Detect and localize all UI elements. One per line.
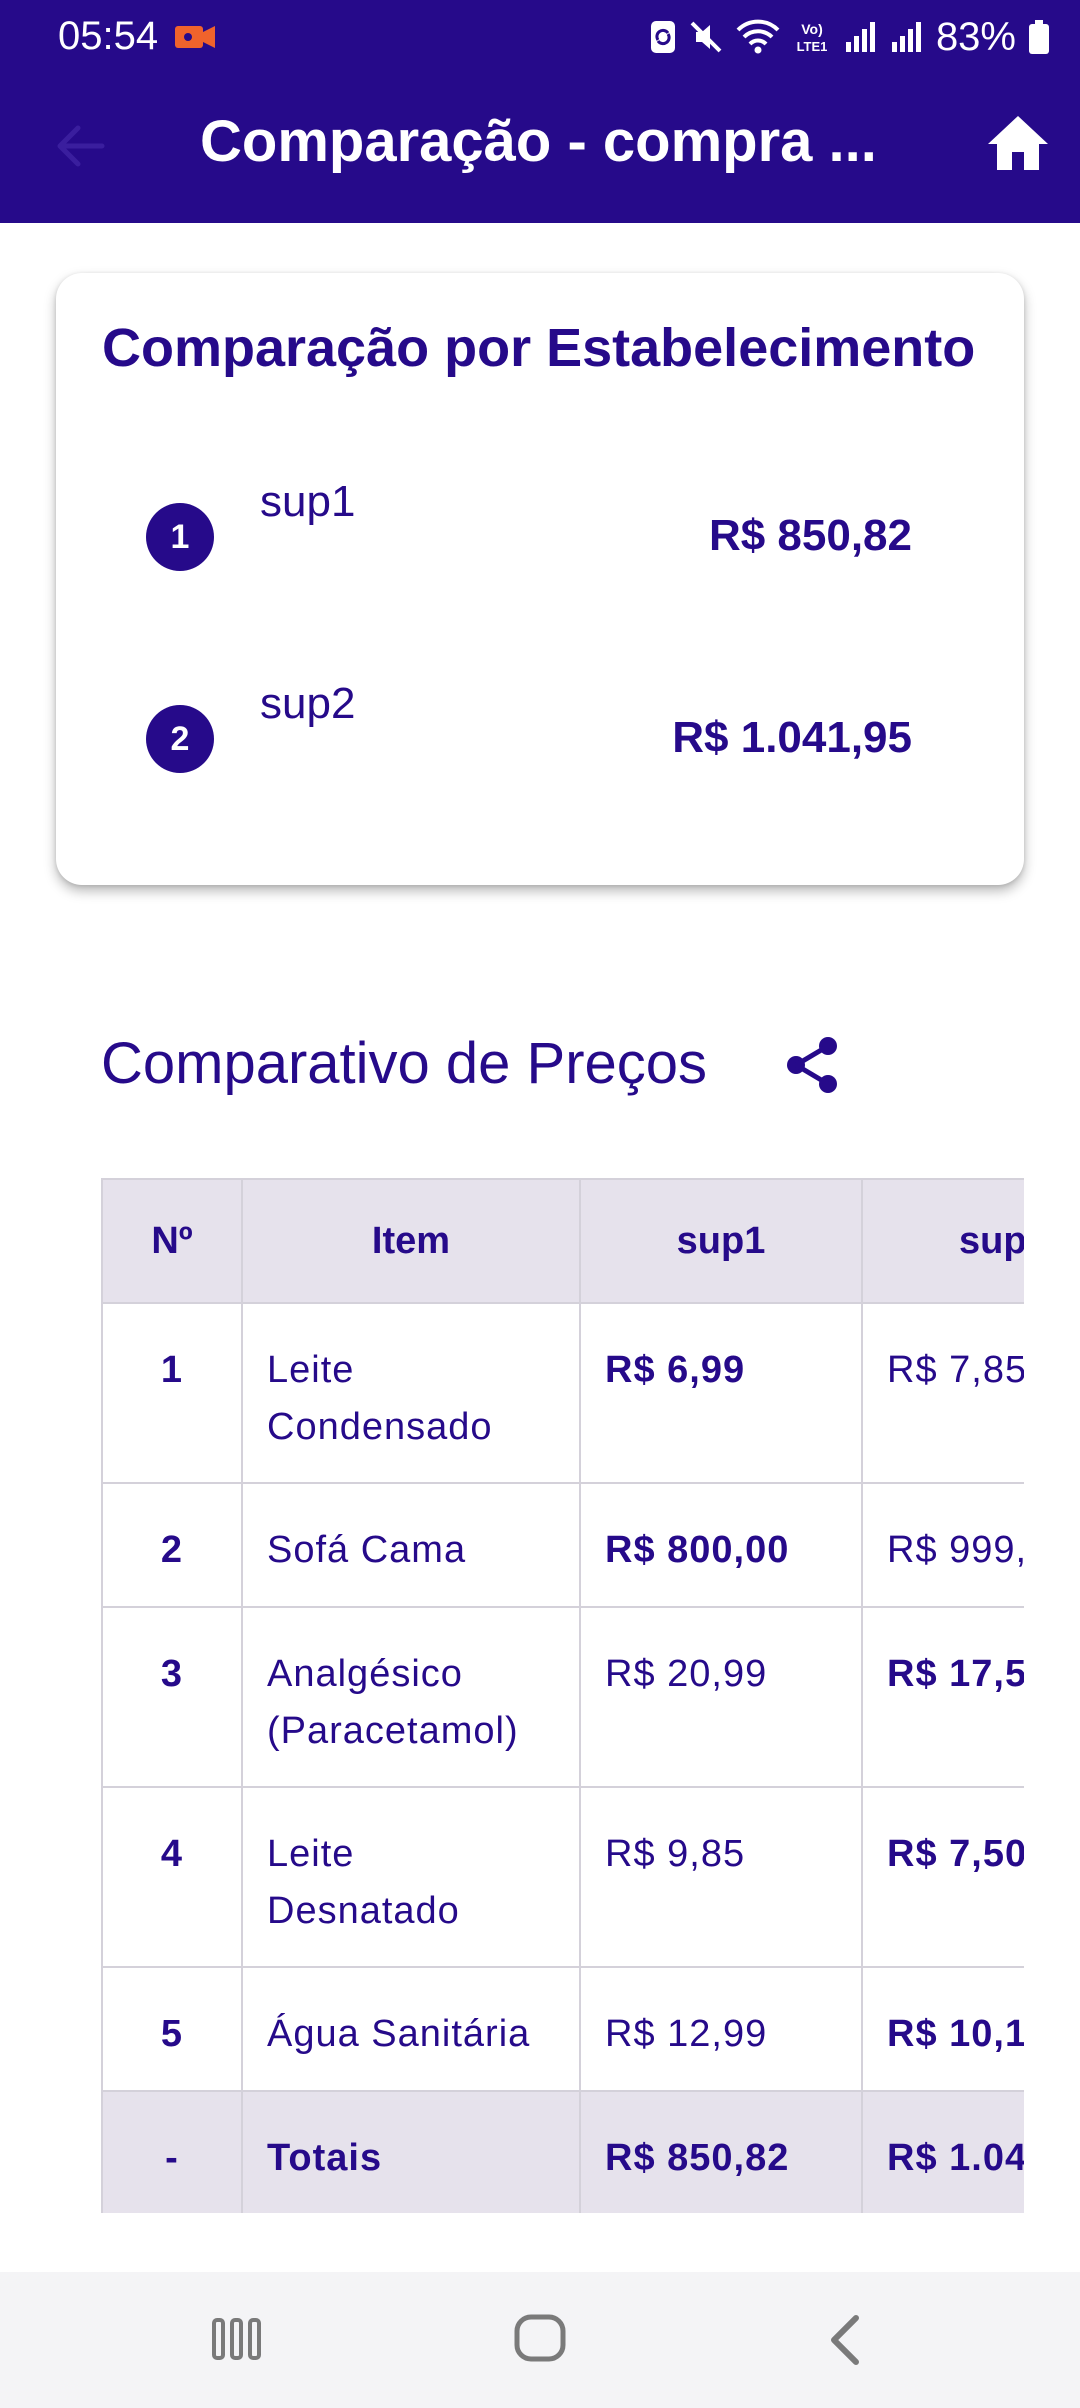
totals-label: Totais xyxy=(241,2090,581,2213)
item-name: Água Sanitária xyxy=(241,1966,581,2092)
price-table: Nº Item sup1 sup2 1 Leite Condensado R$ … xyxy=(101,1178,1024,2213)
battery-icon xyxy=(1029,20,1049,54)
table-row: 1 Leite Condensado R$ 6,99 R$ 7,85 xyxy=(101,1302,1024,1484)
price-sup1: R$ 20,99 xyxy=(579,1606,863,1788)
back-icon[interactable] xyxy=(824,2312,864,2368)
establishment-row: 1 sup1 R$ 850,82 xyxy=(56,473,1024,593)
table-row: 3 Analgésico (Paracetamol) R$ 20,99 R$ 1… xyxy=(101,1606,1024,1788)
column-header-number: Nº xyxy=(101,1178,243,1304)
price-sup1: R$ 9,85 xyxy=(579,1786,863,1968)
row-number: 4 xyxy=(101,1786,243,1968)
totals-row: - Totais R$ 850,82 R$ 1.04 xyxy=(101,2090,1024,2213)
mute-icon xyxy=(690,21,722,53)
app-header: 05:54 Vo) LTE1 83% Comparação - compra .… xyxy=(0,0,1080,223)
recent-apps-icon[interactable] xyxy=(210,2314,264,2364)
table-row: 4 Leite Desnatado R$ 9,85 R$ 7,50 xyxy=(101,1786,1024,1968)
signal-icon xyxy=(845,22,875,52)
column-header-sup2: sup2 xyxy=(861,1178,1024,1304)
establishment-name: sup2 xyxy=(260,679,356,728)
row-number: 1 xyxy=(101,1302,243,1484)
column-header-item: Item xyxy=(241,1178,581,1304)
establishment-row: 2 sup2 R$ 1.041,95 xyxy=(56,675,1024,795)
video-record-icon xyxy=(175,26,215,48)
price-sup1: R$ 12,99 xyxy=(579,1966,863,2092)
item-name: Analgésico (Paracetamol) xyxy=(241,1606,581,1788)
establishment-total: R$ 850,82 xyxy=(708,511,912,560)
signal-icon xyxy=(891,22,921,52)
item-name: Leite Condensado xyxy=(241,1302,581,1484)
price-comparison-title: Comparativo de Preços xyxy=(101,1031,708,1096)
status-icons: Vo) LTE1 83% xyxy=(650,12,1050,62)
screen: 05:54 Vo) LTE1 83% Comparação - compra .… xyxy=(0,0,1080,2408)
battery-percent: 83% xyxy=(935,14,1016,59)
price-sup2: R$ 7,50 xyxy=(861,1786,1024,1968)
establishment-comparison-card: Comparação por Estabelecimento 1 sup1 R$… xyxy=(56,273,1024,885)
establishment-name: sup1 xyxy=(260,477,356,526)
row-number: 3 xyxy=(101,1606,243,1788)
table-row: 2 Sofá Cama R$ 800,00 R$ 999,00 xyxy=(101,1482,1024,1608)
home-button-icon[interactable] xyxy=(512,2310,568,2366)
table-header-row: Nº Item sup1 sup2 xyxy=(101,1178,1024,1304)
price-table-scroll[interactable]: Nº Item sup1 sup2 1 Leite Condensado R$ … xyxy=(101,1178,1024,2213)
svg-text:Vo): Vo) xyxy=(801,21,823,37)
price-sup2: R$ 10,1 xyxy=(861,1966,1024,2092)
total-sup2: R$ 1.04 xyxy=(861,2090,1024,2213)
system-navigation-bar xyxy=(0,2272,1080,2408)
page-title: Comparação - compra ... xyxy=(200,109,877,174)
price-sup2: R$ 999,00 xyxy=(861,1482,1024,1608)
status-bar: 05:54 Vo) LTE1 83% xyxy=(0,0,1080,75)
price-sup2: R$ 17,5 xyxy=(861,1606,1024,1788)
row-number: 2 xyxy=(101,1482,243,1608)
home-icon[interactable] xyxy=(986,112,1050,172)
sync-icon xyxy=(650,21,675,53)
item-name: Leite Desnatado xyxy=(241,1786,581,1968)
total-sup1: R$ 850,82 xyxy=(579,2090,863,2213)
price-sup1: R$ 800,00 xyxy=(579,1482,863,1608)
row-number: 5 xyxy=(101,1966,243,2092)
item-name: Sofá Cama xyxy=(241,1482,581,1608)
establishment-total: R$ 1.041,95 xyxy=(672,713,912,762)
price-sup2: R$ 7,85 xyxy=(861,1302,1024,1484)
column-header-sup1: sup1 xyxy=(579,1178,863,1304)
volte-icon: Vo) LTE1 xyxy=(797,21,828,54)
share-icon[interactable] xyxy=(782,1034,842,1096)
table-row: 5 Água Sanitária R$ 12,99 R$ 10,1 xyxy=(101,1966,1024,2092)
card-title: Comparação por Estabelecimento xyxy=(102,318,976,378)
rank-badge: 1 xyxy=(146,503,214,571)
svg-text:LTE1: LTE1 xyxy=(797,39,828,54)
price-sup1: R$ 6,99 xyxy=(579,1302,863,1484)
back-arrow-icon[interactable] xyxy=(52,118,108,174)
rank-badge: 2 xyxy=(146,705,214,773)
totals-number: - xyxy=(101,2090,243,2213)
wifi-icon xyxy=(736,19,780,54)
status-time: 05:54 xyxy=(58,14,159,58)
